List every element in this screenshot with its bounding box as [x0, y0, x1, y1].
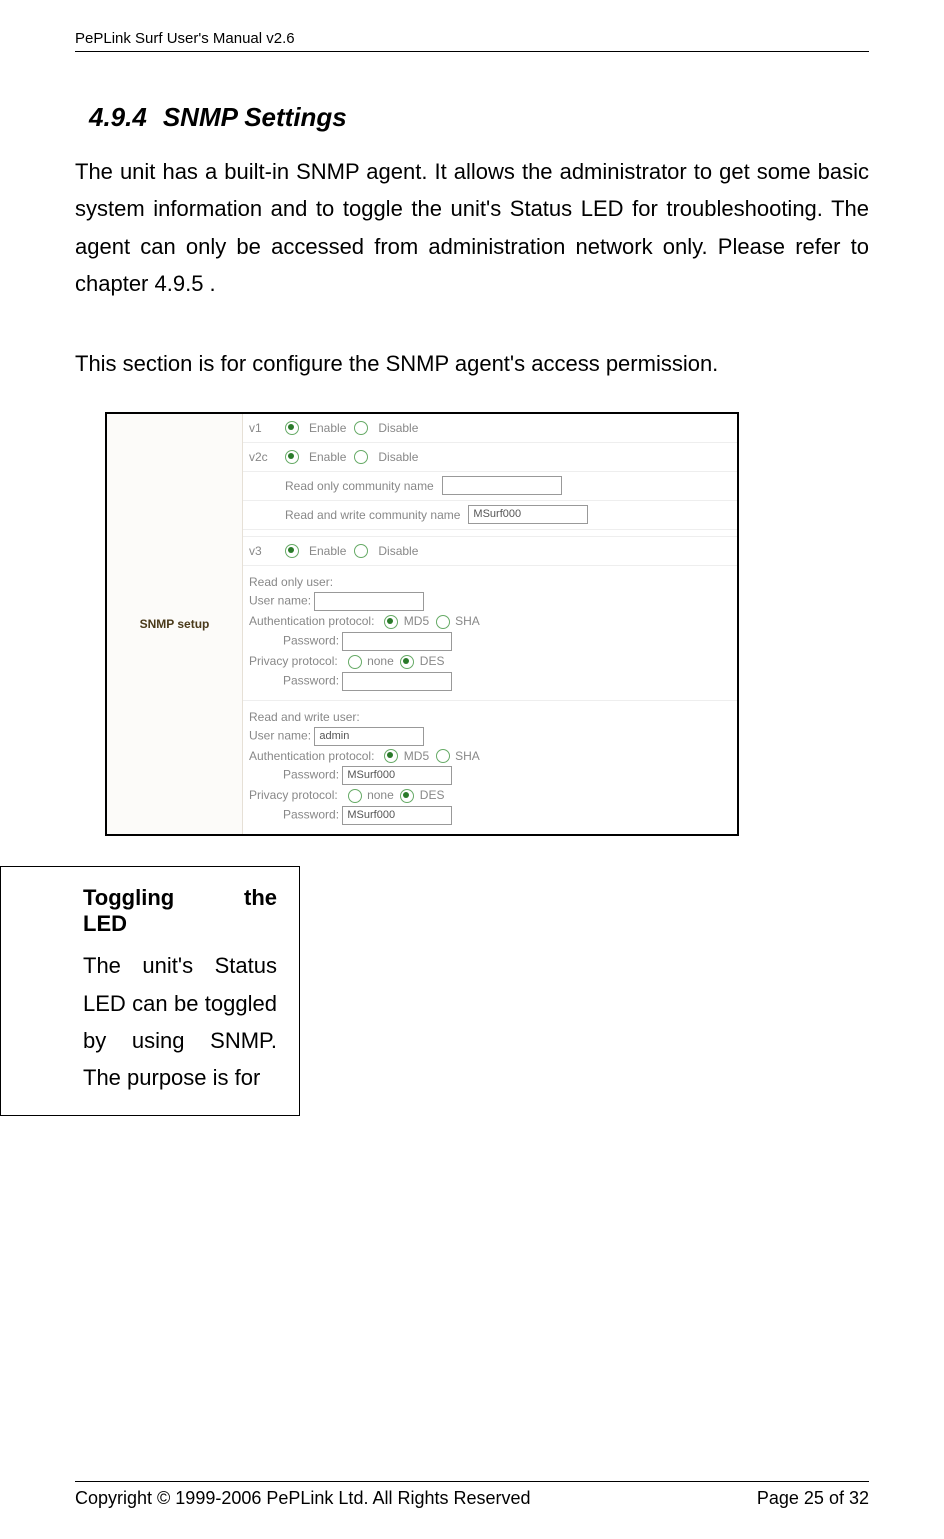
rw-community-input[interactable]: MSurf000 — [468, 505, 588, 524]
ro-community-label: Read only community name — [285, 479, 434, 493]
footer-page: Page 25 of 32 — [757, 1488, 869, 1509]
snmp-v3-label: v3 — [249, 544, 277, 558]
header-title: PePLink Surf User's Manual v2.6 — [75, 30, 295, 47]
rw-user-block: Read and write user: User name: admin Au… — [243, 701, 737, 835]
footer-page-prefix: Page — [757, 1488, 804, 1508]
ro-priv-label: Privacy protocol: — [249, 654, 338, 668]
ro-auth-label: Authentication protocol: — [249, 614, 374, 628]
header-divider — [75, 51, 869, 52]
snmp-setup-screenshot: SNMP setup v1 Enable Disable v2c Enable … — [105, 412, 739, 836]
label-ro-des: DES — [420, 654, 445, 668]
ro-auth-pw-input[interactable] — [342, 632, 452, 651]
radio-v1-disable[interactable] — [354, 421, 368, 435]
radio-v3-enable[interactable] — [285, 544, 299, 558]
footer-page-current: 25 — [804, 1488, 824, 1508]
ro-priv-pw-label: Password: — [283, 673, 339, 687]
label-ro-sha: SHA — [455, 614, 480, 628]
label-v3-enable: Enable — [309, 544, 346, 558]
footer-copyright: Copyright © 1999-2006 PePLink Ltd. All R… — [75, 1488, 531, 1509]
radio-rw-none[interactable] — [348, 789, 362, 803]
rw-user-header: Read and write user: — [249, 710, 360, 724]
footer: Copyright © 1999-2006 PePLink Ltd. All R… — [75, 1481, 869, 1509]
rw-priv-pw-input[interactable]: MSurf000 — [342, 806, 452, 825]
radio-v1-enable[interactable] — [285, 421, 299, 435]
label-v3-disable: Disable — [378, 544, 418, 558]
callout-title-word-3: LED — [83, 911, 277, 937]
section-title: SNMP Settings — [163, 102, 347, 132]
section-number: 4.9.4 — [89, 102, 147, 132]
ro-auth-pw-label: Password: — [283, 633, 339, 647]
label-rw-md5: MD5 — [404, 749, 429, 763]
radio-ro-none[interactable] — [348, 655, 362, 669]
footer-page-total: 32 — [849, 1488, 869, 1508]
radio-ro-sha[interactable] — [436, 615, 450, 629]
radio-rw-md5[interactable] — [384, 749, 398, 763]
callout-body: The unit's Status LED can be toggled by … — [83, 947, 277, 1097]
radio-ro-md5[interactable] — [384, 615, 398, 629]
rw-priv-label: Privacy protocol: — [249, 788, 338, 802]
snmp-v3-row: v3 Enable Disable — [243, 537, 737, 566]
section-heading: 4.9.4 SNMP Settings — [89, 102, 869, 133]
snmp-v1-row: v1 Enable Disable — [243, 414, 737, 443]
label-v1-disable: Disable — [378, 421, 418, 435]
paragraph-1: The unit has a built-in SNMP agent. It a… — [75, 153, 869, 303]
callout-title-word-1: Toggling — [83, 885, 174, 911]
label-rw-sha: SHA — [455, 749, 480, 763]
snmp-v2c-label: v2c — [249, 450, 277, 464]
label-ro-md5: MD5 — [404, 614, 429, 628]
radio-rw-des[interactable] — [400, 789, 414, 803]
label-rw-none: none — [367, 788, 394, 802]
rw-username-label: User name: — [249, 728, 311, 742]
label-v2c-disable: Disable — [378, 450, 418, 464]
ro-community-row: Read only community name — [243, 472, 737, 501]
rw-community-row: Read and write community name MSurf000 — [243, 501, 737, 530]
footer-page-mid: of — [824, 1488, 849, 1508]
rw-auth-pw-label: Password: — [283, 768, 339, 782]
rw-username-input[interactable]: admin — [314, 727, 424, 746]
snmp-sidebar: SNMP setup — [107, 414, 243, 834]
callout-title-word-2: the — [244, 885, 277, 911]
callout-box: Toggling the LED The unit's Status LED c… — [0, 866, 300, 1116]
radio-v2c-enable[interactable] — [285, 450, 299, 464]
rw-priv-pw-label: Password: — [283, 808, 339, 822]
ro-username-label: User name: — [249, 594, 311, 608]
rw-auth-label: Authentication protocol: — [249, 749, 374, 763]
paragraph-2: This section is for configure the SNMP a… — [75, 345, 869, 382]
ro-priv-pw-input[interactable] — [342, 672, 452, 691]
snmp-sidebar-label: SNMP setup — [107, 617, 242, 631]
ro-community-input[interactable] — [442, 476, 562, 495]
snmp-v2c-row: v2c Enable Disable — [243, 443, 737, 472]
ro-user-block: Read only user: User name: Authenticatio… — [243, 566, 737, 701]
rw-community-label: Read and write community name — [285, 508, 460, 522]
label-ro-none: none — [367, 654, 394, 668]
label-v1-enable: Enable — [309, 421, 346, 435]
rw-auth-pw-input[interactable]: MSurf000 — [342, 766, 452, 785]
radio-rw-sha[interactable] — [436, 749, 450, 763]
snmp-v1-label: v1 — [249, 421, 277, 435]
ro-user-header: Read only user: — [249, 575, 333, 589]
ro-username-input[interactable] — [314, 592, 424, 611]
callout-title: Toggling the LED — [83, 885, 277, 937]
label-v2c-enable: Enable — [309, 450, 346, 464]
label-rw-des: DES — [420, 788, 445, 802]
radio-v3-disable[interactable] — [354, 544, 368, 558]
radio-ro-des[interactable] — [400, 655, 414, 669]
radio-v2c-disable[interactable] — [354, 450, 368, 464]
